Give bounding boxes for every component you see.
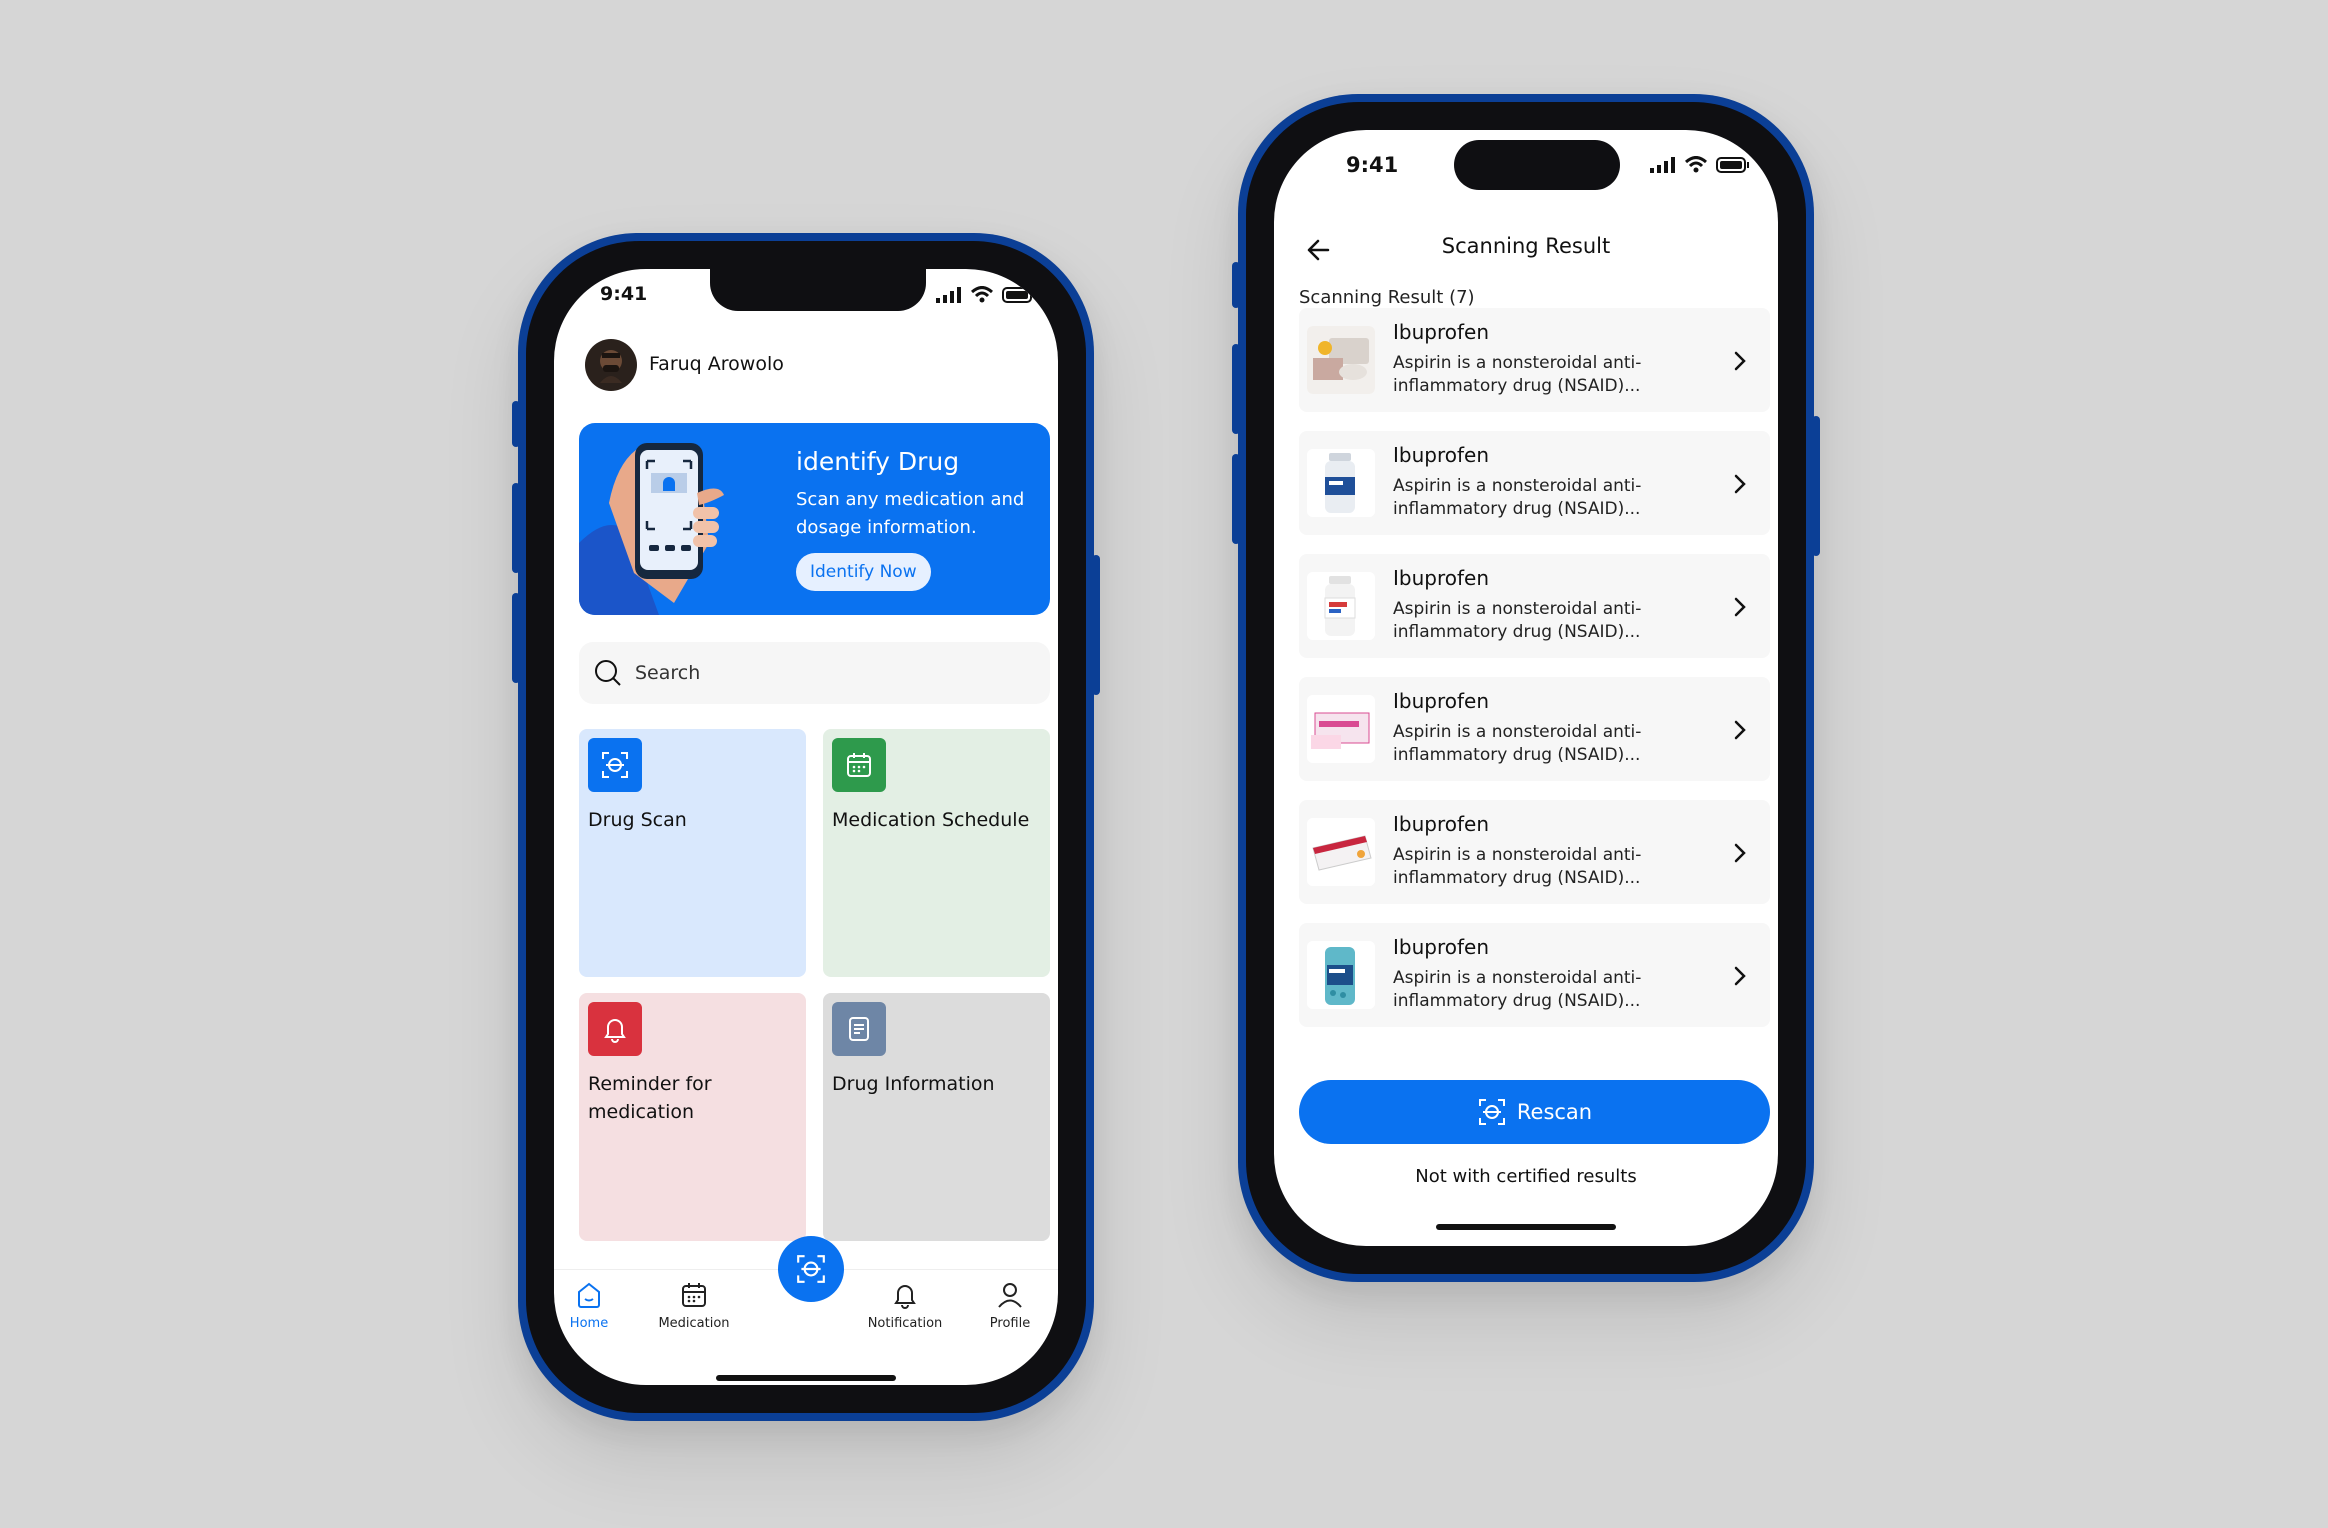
volume-up-button <box>512 483 520 573</box>
scan-icon <box>588 738 642 792</box>
drug-thumbnail <box>1307 695 1375 763</box>
nav-label-profile: Profile <box>989 1316 1031 1331</box>
home-indicator <box>716 1375 896 1381</box>
home-indicator <box>1436 1224 1616 1230</box>
search-icon <box>595 660 621 686</box>
drug-name: Ibuprofen <box>1393 566 1490 590</box>
list-item[interactable]: Ibuprofen Aspirin is a nonsteroidal anti… <box>1299 677 1770 781</box>
drug-name: Ibuprofen <box>1393 320 1490 344</box>
hand-phone-illustration <box>579 443 724 615</box>
signal-icon <box>1650 156 1675 173</box>
drug-description: Aspirin is a nonsteroidal anti-inflammat… <box>1393 353 1642 396</box>
notch <box>710 269 926 311</box>
nav-home[interactable]: Home <box>554 1280 634 1331</box>
battery-icon <box>1002 286 1035 303</box>
chevron-right-icon <box>1734 843 1746 863</box>
volume-down-button <box>1232 454 1240 544</box>
certification-note: Not with certified results <box>1415 1166 1637 1187</box>
signal-icon <box>936 286 961 303</box>
result-screen: 9:41 Scanning Result Scanning Result (7)… <box>1274 130 1778 1246</box>
banner-description: Scan any medication and dosage informati… <box>796 489 1025 538</box>
home-screen: 9:41 Faruq Arowolo identify Drug Scan an… <box>554 269 1058 1385</box>
list-item[interactable]: Ibuprofen Aspirin is a nonsteroidal anti… <box>1299 923 1770 1027</box>
identify-now-button[interactable]: Identify Now <box>796 553 931 591</box>
document-icon <box>832 1002 886 1056</box>
chevron-right-icon <box>1734 597 1746 617</box>
chevron-right-icon <box>1734 474 1746 494</box>
scan-icon <box>797 1255 825 1283</box>
list-item[interactable]: Ibuprofen Aspirin is a nonsteroidal anti… <box>1299 308 1770 412</box>
silent-switch <box>512 401 520 447</box>
identify-drug-banner: identify Drug Scan any medication and do… <box>579 423 1050 615</box>
status-time: 9:41 <box>600 283 648 305</box>
scan-icon <box>1478 1099 1505 1125</box>
wifi-icon <box>970 286 994 303</box>
tile-label-medication-schedule: Medication Schedule <box>832 809 1030 831</box>
result-count: Scanning Result (7) <box>1299 287 1475 308</box>
drug-name: Ibuprofen <box>1393 443 1490 467</box>
list-item[interactable]: Ibuprofen Aspirin is a nonsteroidal anti… <box>1299 431 1770 535</box>
calendar-icon <box>682 1283 706 1307</box>
drug-thumbnail <box>1307 818 1375 886</box>
drug-thumbnail <box>1307 941 1375 1009</box>
home-icon <box>578 1282 600 1308</box>
user-name: Faruq Arowolo <box>649 353 784 375</box>
tile-label-drug-scan: Drug Scan <box>588 809 687 831</box>
power-button <box>1092 555 1100 695</box>
drug-thumbnail <box>1307 449 1375 517</box>
chevron-right-icon <box>1734 351 1746 371</box>
nav-notification[interactable]: Notification <box>860 1280 950 1331</box>
dynamic-island <box>1454 140 1620 190</box>
drug-name: Ibuprofen <box>1393 935 1490 959</box>
tile-label-drug-information: Drug Information <box>832 1073 995 1095</box>
search-input[interactable]: Search <box>579 642 1050 704</box>
nav-label-home: Home <box>569 1316 609 1331</box>
status-icons <box>936 286 1036 303</box>
nav-medication[interactable]: Medication <box>649 1280 739 1331</box>
drug-description: Aspirin is a nonsteroidal anti-inflammat… <box>1393 599 1642 642</box>
phone-home: 9:41 Faruq Arowolo identify Drug Scan an… <box>512 233 1100 1421</box>
avatar[interactable] <box>585 339 637 391</box>
medication-schedule-tile[interactable]: Medication Schedule <box>823 729 1050 977</box>
drug-name: Ibuprofen <box>1393 812 1490 836</box>
chevron-right-icon <box>1734 966 1746 986</box>
bell-icon <box>894 1285 916 1309</box>
nav-label-notification: Notification <box>867 1316 943 1331</box>
list-item[interactable]: Ibuprofen Aspirin is a nonsteroidal anti… <box>1299 554 1770 658</box>
user-icon <box>998 1283 1022 1308</box>
volume-down-button <box>512 593 520 683</box>
drug-scan-tile[interactable]: Drug Scan <box>579 729 806 977</box>
wifi-icon <box>1684 156 1708 173</box>
phone-result: 9:41 Scanning Result Scanning Result (7)… <box>1232 94 1820 1282</box>
power-button <box>1812 416 1820 556</box>
banner-title: identify Drug <box>796 447 960 476</box>
chevron-right-icon <box>1734 720 1746 740</box>
rescan-label: Rescan <box>1516 1100 1593 1124</box>
status-icons <box>1650 156 1750 173</box>
search-placeholder: Search <box>635 662 701 684</box>
volume-up-button <box>1232 344 1240 434</box>
reminder-tile[interactable]: Reminder for medication <box>579 993 806 1241</box>
scan-fab-button[interactable] <box>778 1236 844 1302</box>
drug-thumbnail <box>1307 326 1375 394</box>
list-item[interactable]: Ibuprofen Aspirin is a nonsteroidal anti… <box>1299 800 1770 904</box>
drug-information-tile[interactable]: Drug Information <box>823 993 1050 1241</box>
drug-description: Aspirin is a nonsteroidal anti-inflammat… <box>1393 476 1642 519</box>
result-list: Ibuprofen Aspirin is a nonsteroidal anti… <box>1299 308 1770 1046</box>
drug-description: Aspirin is a nonsteroidal anti-inflammat… <box>1393 968 1642 1011</box>
battery-icon <box>1716 156 1749 173</box>
nav-profile[interactable]: Profile <box>965 1280 1055 1331</box>
drug-description: Aspirin is a nonsteroidal anti-inflammat… <box>1393 722 1642 765</box>
nav-label-medication: Medication <box>658 1316 730 1331</box>
bell-icon <box>588 1002 642 1056</box>
status-time: 9:41 <box>1346 153 1399 177</box>
drug-name: Ibuprofen <box>1393 689 1490 713</box>
calendar-icon <box>832 738 886 792</box>
rescan-button[interactable]: Rescan <box>1299 1080 1770 1144</box>
drug-thumbnail <box>1307 572 1375 640</box>
drug-description: Aspirin is a nonsteroidal anti-inflammat… <box>1393 845 1642 888</box>
tile-label-reminder: Reminder for medication <box>588 1073 712 1123</box>
silent-switch <box>1232 262 1240 308</box>
page-title: Scanning Result <box>1441 234 1611 258</box>
